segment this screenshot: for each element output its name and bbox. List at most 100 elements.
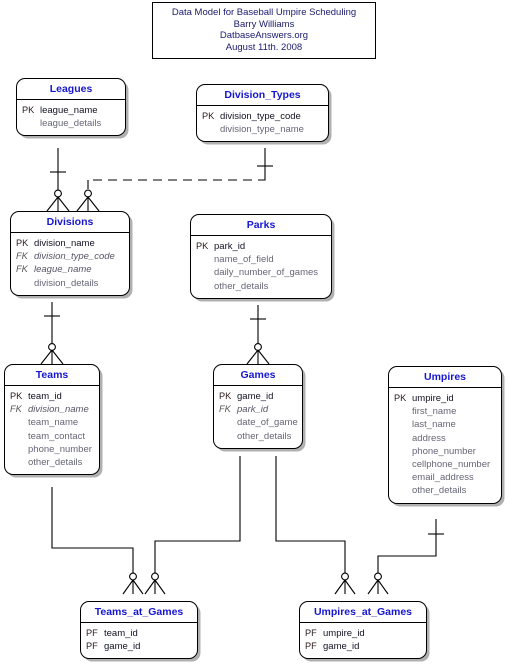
key-marker: PK	[202, 111, 215, 121]
entity-body-games: PK game_id FK park_id date_of_game other…	[214, 386, 302, 448]
key-marker: PK	[394, 393, 407, 403]
attribute-name: team_id	[104, 628, 138, 639]
attribute-row: other_details	[194, 280, 328, 293]
key-marker: PF	[305, 641, 317, 652]
attribute-name: phone_number	[412, 445, 476, 457]
attribute-row: other_details	[217, 430, 299, 443]
connector-umpires-umpiresatgames	[367, 519, 444, 595]
entity-title-umpires: Umpires	[389, 367, 501, 388]
key-marker: FK	[16, 251, 28, 262]
attribute-name: phone_number	[28, 443, 92, 455]
attribute-name: other_details	[237, 430, 292, 442]
entity-umpires[interactable]: Umpires PK umpire_id first_name last_nam…	[388, 366, 502, 504]
attribute-row: PK division_name	[14, 237, 126, 250]
attribute-row: name_of_field	[194, 253, 328, 266]
entity-divisions[interactable]: Divisions PK division_name FK division_t…	[10, 211, 130, 296]
entity-parks[interactable]: Parks PK park_id name_of_field daily_num…	[190, 214, 332, 299]
attribute-name: first_name	[412, 406, 457, 418]
key-marker: PF	[305, 628, 317, 638]
title-line-3: DatbaseAnswers.org	[219, 30, 309, 41]
entity-title-games: Games	[214, 365, 302, 386]
attribute-name: daily_number_of_games	[214, 267, 319, 279]
entity-games[interactable]: Games PK game_id FK park_id date_of_game…	[213, 364, 303, 449]
key-marker: FK	[219, 404, 231, 415]
entity-title-teams-at-games: Teams_at_Games	[81, 602, 197, 623]
attribute-name: game_id	[237, 391, 274, 402]
attribute-row: address	[392, 432, 498, 445]
entity-body-division-types: PK division_type_code division_type_name	[197, 106, 328, 141]
attribute-row: PK division_type_code	[200, 110, 325, 123]
attribute-row: PF game_id	[84, 640, 194, 653]
entity-teams[interactable]: Teams PK team_id FK division_name team_n…	[4, 364, 100, 476]
entity-division-types[interactable]: Division_Types PK division_type_code div…	[196, 84, 329, 143]
connector-parks-games	[246, 305, 270, 365]
attribute-row: FK park_id	[217, 403, 299, 416]
connector-teams-teamsatgames	[51, 487, 144, 595]
attribute-row: PK league_name	[20, 104, 122, 117]
connector-leagues-divisions	[46, 148, 70, 212]
entity-body-teams: PK team_id FK division_name team_name te…	[5, 386, 99, 474]
key-marker: PF	[86, 628, 98, 638]
entity-body-leagues: PK league_name league_details	[17, 100, 125, 135]
key-marker: PK	[22, 105, 35, 115]
attribute-row: FK division_type_code	[14, 250, 126, 263]
connector-games-umpiresatgames	[275, 456, 356, 595]
attribute-name: division_name	[34, 238, 95, 249]
attribute-name: team_contact	[28, 430, 86, 442]
attribute-name: other_details	[412, 485, 467, 497]
attribute-name: park_id	[214, 241, 246, 252]
attribute-row: last_name	[392, 418, 498, 431]
attribute-row: date_of_game	[217, 416, 299, 429]
title-line-1: Data Model for Baseball Umpire Schedulin…	[171, 7, 357, 18]
attribute-name: game_id	[104, 641, 141, 653]
title-line-4: August 11th. 2008	[225, 41, 303, 53]
key-marker: FK	[10, 404, 22, 415]
attribute-row: email_address	[392, 471, 498, 484]
entity-teams-at-games[interactable]: Teams_at_Games PF team_id PF game_id	[80, 601, 198, 660]
attribute-row: FK division_name	[8, 403, 96, 416]
attribute-row: PK team_id	[8, 390, 96, 403]
entity-title-parks: Parks	[191, 215, 331, 236]
attribute-row: FK league_name	[14, 263, 126, 276]
attribute-row: league_details	[20, 117, 122, 130]
attribute-name: league_details	[40, 118, 102, 130]
entity-body-parks: PK park_id name_of_field daily_number_of…	[191, 236, 331, 298]
er-diagram-canvas: Data Model for Baseball Umpire Schedulin…	[0, 0, 508, 671]
title-line-2: Barry Williams	[233, 18, 295, 30]
attribute-row: division_type_name	[200, 123, 325, 136]
connector-divisions-teams	[40, 302, 64, 365]
attribute-row: phone_number	[392, 445, 498, 458]
attribute-name: cellphone_number	[412, 459, 491, 471]
entity-body-umpires-at-games: PF umpire_id PF game_id	[300, 623, 426, 658]
attribute-name: date_of_game	[237, 417, 298, 429]
connector-games-teamsatgames	[144, 456, 241, 595]
attribute-name: division_type_name	[220, 124, 304, 136]
key-marker: FK	[16, 264, 28, 275]
attribute-name: team_name	[28, 417, 79, 429]
connector-divisiontypes-divisions	[76, 148, 273, 212]
attribute-name: league_name	[40, 105, 98, 116]
key-marker: PK	[219, 391, 232, 401]
entity-body-teams-at-games: PF team_id PF game_id	[81, 623, 197, 658]
attribute-name: league_name	[34, 264, 92, 276]
entity-title-divisions: Divisions	[11, 212, 129, 233]
key-marker: PK	[196, 241, 209, 251]
attribute-row: PK umpire_id	[392, 392, 498, 405]
key-marker: PF	[86, 641, 98, 652]
attribute-row: other_details	[8, 456, 96, 469]
attribute-name: other_details	[214, 280, 269, 292]
attribute-name: division_details	[34, 277, 99, 289]
attribute-name: park_id	[237, 404, 269, 416]
attribute-row: phone_number	[8, 443, 96, 456]
attribute-row: other_details	[392, 484, 498, 497]
attribute-name: game_id	[323, 641, 360, 653]
attribute-row: first_name	[392, 405, 498, 418]
attribute-row: team_name	[8, 416, 96, 429]
entity-body-divisions: PK division_name FK division_type_code F…	[11, 233, 129, 295]
entity-title-leagues: Leagues	[17, 79, 125, 100]
entity-umpires-at-games[interactable]: Umpires_at_Games PF umpire_id PF game_id	[299, 601, 427, 660]
attribute-name: last_name	[412, 419, 456, 431]
attribute-row: cellphone_number	[392, 458, 498, 471]
attribute-row: daily_number_of_games	[194, 266, 328, 279]
entity-leagues[interactable]: Leagues PK league_name league_details	[16, 78, 126, 137]
